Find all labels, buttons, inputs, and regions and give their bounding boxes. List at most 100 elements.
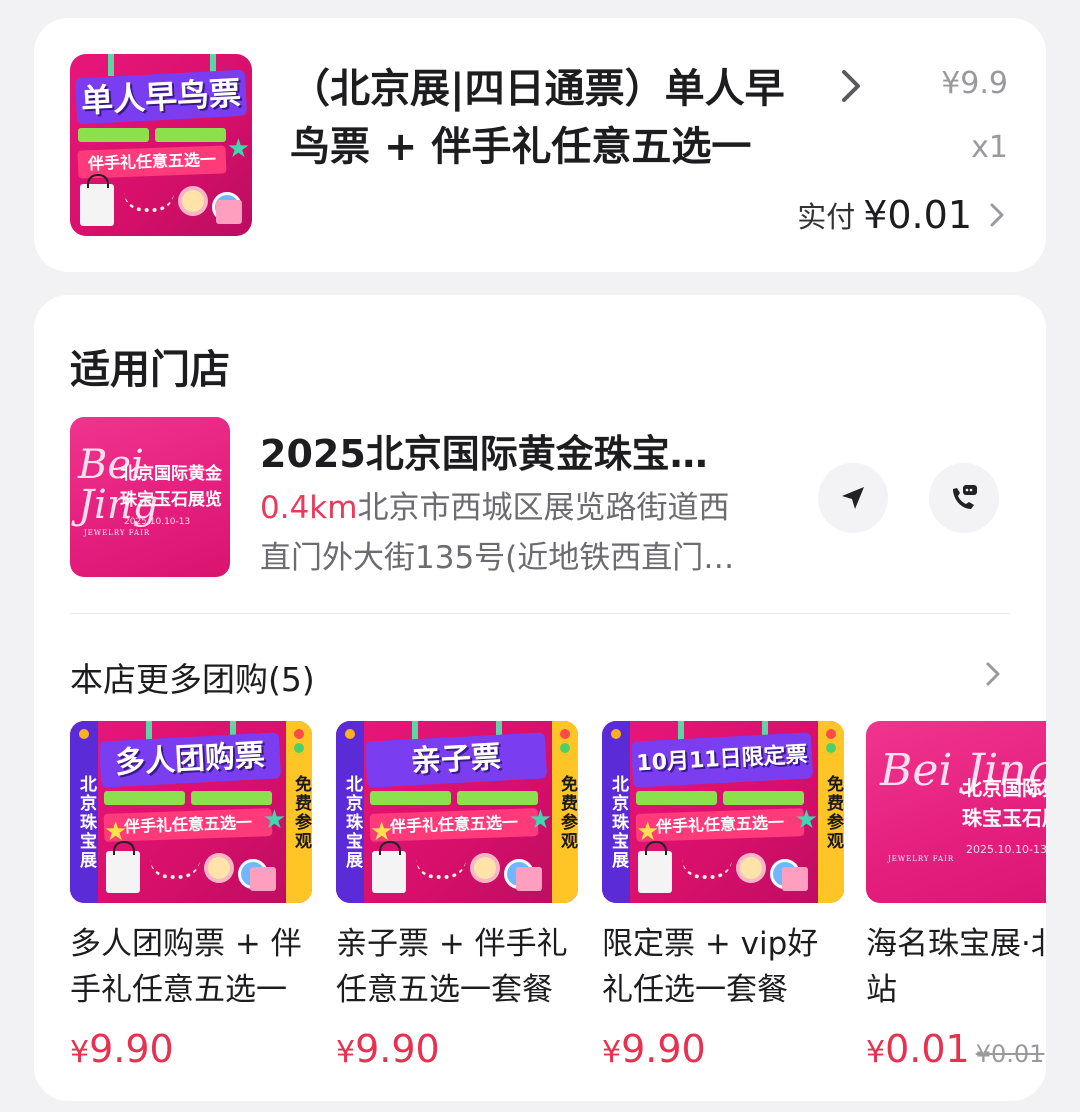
poster-chip xyxy=(78,128,149,142)
star-icon: ★ xyxy=(794,805,818,835)
poster-side-text: 免费参观 xyxy=(291,775,311,851)
store-address[interactable]: 0.4km北京市西城区展览路街道西直门外大街135号(近地铁西直门站) xyxy=(260,483,740,583)
call-button[interactable] xyxy=(929,463,999,533)
navigate-button[interactable] xyxy=(818,463,888,533)
poster-side-text: 北京珠宝展 xyxy=(608,775,628,870)
tote-bag-icon xyxy=(106,841,140,893)
poster-side-text: 免费参观 xyxy=(823,775,843,851)
poster-dot xyxy=(826,729,836,739)
deal-price-value: ¥9.90 xyxy=(336,1027,440,1071)
currency-symbol: ¥ xyxy=(866,1035,886,1070)
tote-bag-icon xyxy=(372,841,406,893)
poster-dot xyxy=(345,729,355,739)
poster-dot xyxy=(560,729,570,739)
bracelet-icon xyxy=(416,859,466,879)
poster-banner: 单人早鸟票 xyxy=(74,69,248,125)
deal-price: ¥0.01 ¥0.01 xyxy=(866,1027,1046,1071)
poster-chips xyxy=(636,791,804,805)
chevron-right-icon[interactable] xyxy=(836,66,866,106)
store-poster-image[interactable]: Bei Jing 北京国际黄金 珠宝玉石展览 JEWELRY FAIR 2025… xyxy=(70,417,230,577)
poster-banner: 亲子票 xyxy=(364,732,548,788)
deal-price: ¥9.90 xyxy=(336,1027,578,1071)
navigation-arrow-icon xyxy=(842,487,864,509)
bracelet-icon xyxy=(682,859,732,879)
poster-fair-text: JEWELRY FAIR xyxy=(84,529,151,537)
store-distance: 0.4km xyxy=(260,490,358,526)
poster-fair-text: JEWELRY FAIR xyxy=(888,855,955,863)
poster-title-line: 北京国际黄金 xyxy=(120,464,222,484)
deal-card[interactable]: 10月11日限定票 伴手礼任意五选一 北京珠宝展 免费参观 ★ ★ 限定票 + … xyxy=(602,721,844,1071)
tote-bag-icon xyxy=(80,174,114,226)
deal-card[interactable]: 亲子票 伴手礼任意五选一 北京珠宝展 免费参观 ★ ★ 亲子票 + 伴手礼任意五… xyxy=(336,721,578,1071)
bracelet-icon xyxy=(150,859,200,879)
deal-price-number: 0.01 xyxy=(885,1027,970,1071)
poster-dot xyxy=(294,743,304,753)
poster-strap xyxy=(108,54,114,76)
currency-symbol: ¥ xyxy=(602,1035,622,1070)
mystery-box-icon xyxy=(250,867,276,891)
poster-title: 北京国际黄 珠宝玉石展 xyxy=(962,773,1046,833)
order-card[interactable]: 单人早鸟票 伴手礼任意五选一 ★ （北京展|四日通票）单人早鸟票 + 伴手礼任意… xyxy=(34,18,1046,272)
mystery-box-icon xyxy=(516,867,542,891)
poster-chips xyxy=(104,791,272,805)
order-title[interactable]: （北京展|四日通票）单人早鸟票 + 伴手礼任意五选一 xyxy=(290,60,820,176)
poster-title-line: 珠宝玉石展 xyxy=(962,806,1046,830)
deal-price-number: 9.90 xyxy=(621,1027,706,1071)
order-poster-image: 单人早鸟票 伴手礼任意五选一 ★ xyxy=(70,54,252,236)
store-card: 适用门店 Bei Jing 北京国际黄金 珠宝玉石展览 JEWELRY FAIR… xyxy=(34,295,1046,1101)
poster-gifts xyxy=(372,837,542,893)
poster-chips xyxy=(370,791,538,805)
poster-side-text: 北京珠宝展 xyxy=(76,775,96,870)
store-name[interactable]: 2025北京国际黄金珠宝玉石展览 xyxy=(260,423,730,478)
phone-chat-icon xyxy=(953,485,977,509)
deal-title: 亲子票 + 伴手礼任意五选一套餐 xyxy=(336,926,568,1008)
poster-title: 北京国际黄金 珠宝玉石展览 xyxy=(120,461,222,513)
poster-chip xyxy=(191,791,272,805)
poster-dot xyxy=(560,743,570,753)
order-quantity: x1 xyxy=(971,130,1008,165)
mystery-box-icon xyxy=(216,200,242,224)
deal-title: 海名珠宝展·北京站 xyxy=(866,926,1046,1008)
deals-carousel[interactable]: 多人团购票 伴手礼任意五选一 北京珠宝展 免费参观 ★ ★ 多人团购票 + 伴手… xyxy=(70,721,1046,1101)
paid-amount: ¥0.01 xyxy=(863,193,972,237)
section-title: 适用门店 xyxy=(70,347,230,393)
star-icon: ★ xyxy=(262,805,286,835)
poster-title-line: 珠宝玉石展览 xyxy=(120,490,222,510)
deal-title: 多人团购票 + 伴手礼任意五选一 xyxy=(70,926,302,1008)
chevron-right-icon[interactable] xyxy=(982,659,1004,689)
poster-chip xyxy=(723,791,804,805)
paid-amount-row[interactable]: 实付 ¥0.01 xyxy=(797,190,1008,240)
poster-title-line: 北京国际黄 xyxy=(962,776,1046,800)
poster-dot xyxy=(611,729,621,739)
poster-chip xyxy=(104,791,185,805)
deal-price: ¥9.90 xyxy=(70,1027,312,1071)
star-icon: ★ xyxy=(528,805,552,835)
deal-price-number: 9.90 xyxy=(355,1027,440,1071)
poster-banner: 多人团购票 xyxy=(98,732,282,788)
brooch-icon xyxy=(740,857,762,879)
star-icon: ★ xyxy=(226,134,250,164)
poster-chips xyxy=(78,128,226,142)
deal-card[interactable]: Bei Jing 北京国际黄 珠宝玉石展 JEWELRY FAIR 2025.1… xyxy=(866,721,1046,1071)
tote-bag-icon xyxy=(638,841,672,893)
deal-price-value: ¥9.90 xyxy=(602,1027,706,1071)
poster-banner: 10月11日限定票 xyxy=(630,732,814,788)
brooch-icon xyxy=(474,857,496,879)
currency-symbol: ¥ xyxy=(336,1035,356,1070)
deal-title: 限定票 + vip好礼任选一套餐 xyxy=(602,926,819,1008)
deal-original-price: ¥0.01 xyxy=(975,1040,1045,1068)
poster-date: 2025.10.10-13 xyxy=(124,517,191,527)
brooch-icon xyxy=(208,857,230,879)
poster-gifts xyxy=(106,837,276,893)
deal-poster-image: 亲子票 伴手礼任意五选一 北京珠宝展 免费参观 ★ ★ xyxy=(336,721,578,903)
deal-price-value: ¥9.90 xyxy=(70,1027,174,1071)
poster-chip xyxy=(155,128,226,142)
poster-dot xyxy=(826,743,836,753)
deal-card[interactable]: 多人团购票 伴手礼任意五选一 北京珠宝展 免费参观 ★ ★ 多人团购票 + 伴手… xyxy=(70,721,312,1071)
deal-poster-image: 多人团购票 伴手礼任意五选一 北京珠宝展 免费参观 ★ ★ xyxy=(70,721,312,903)
order-price: ¥9.9 xyxy=(941,66,1008,101)
deal-poster-image: Bei Jing 北京国际黄 珠宝玉石展 JEWELRY FAIR 2025.1… xyxy=(866,721,1046,903)
poster-side-text: 免费参观 xyxy=(557,775,577,851)
chevron-right-icon xyxy=(990,203,1004,227)
more-deals-title[interactable]: 本店更多团购(5) xyxy=(70,653,315,701)
